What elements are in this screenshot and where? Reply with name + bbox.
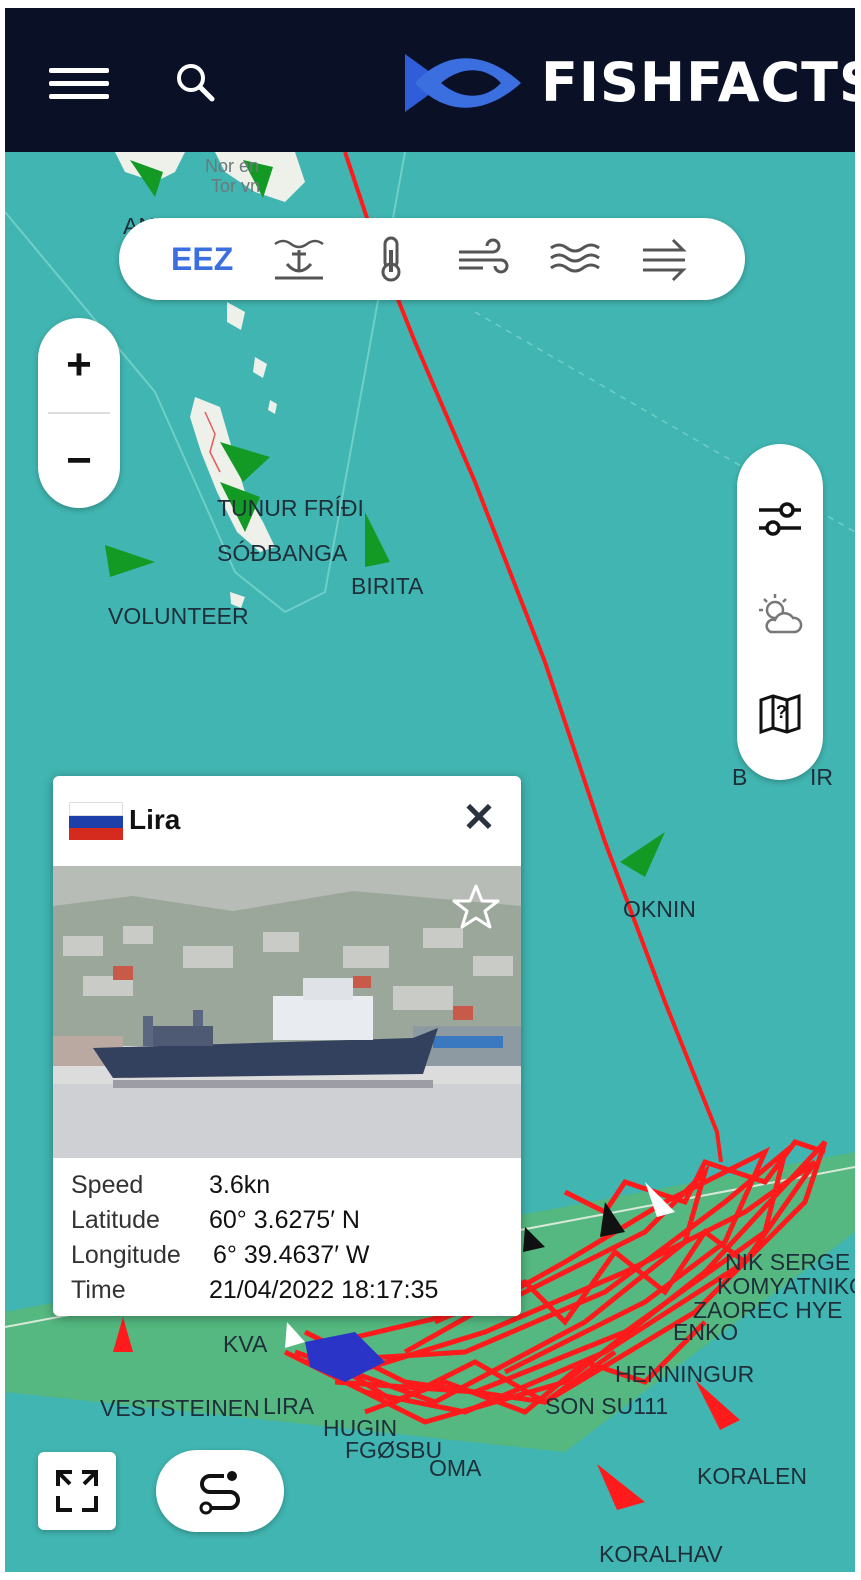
fullscreen-button[interactable] <box>38 1452 116 1530</box>
waves-icon[interactable] <box>547 236 603 282</box>
thermometer-icon[interactable] <box>363 236 419 282</box>
zoom-control: + − <box>38 318 120 508</box>
fullscreen-icon <box>56 1470 98 1512</box>
close-popup-button[interactable]: ✕ <box>457 796 501 840</box>
time-value: 21/04/2022 18:17:35 <box>209 1276 439 1304</box>
map-label: VESTSTEINEN <box>100 1395 260 1421</box>
map-help-icon[interactable]: ? <box>755 688 805 738</box>
layer-toolbar: EEZ <box>119 218 745 300</box>
map-tools-panel: ? <box>737 444 823 780</box>
map-label: LIRA <box>263 1393 315 1419</box>
map-label: KORALHAV <box>599 1541 723 1567</box>
map-label: BIRITA <box>351 573 424 599</box>
map-label: SON SU111 <box>545 1393 668 1419</box>
map-label: ENKO <box>673 1319 738 1345</box>
map-label: SÓÐBANGA <box>217 540 348 566</box>
latitude-label: Latitude <box>71 1206 160 1234</box>
wind-icon[interactable] <box>455 236 511 282</box>
app-frame: ANNA M Nor en Tor vn TUNUR FRÍÐI SÓÐBANG… <box>5 8 855 1572</box>
search-icon[interactable] <box>173 60 217 104</box>
longitude-value: 6° 39.4637′ W <box>213 1241 370 1269</box>
speed-value: 3.6kn <box>209 1171 271 1199</box>
vessel-info: Speed 3.6kn Latitude 60° 3.6275′ N Longi… <box>71 1168 438 1308</box>
longitude-label: Longitude <box>71 1241 181 1269</box>
map-label: KVA <box>223 1331 268 1357</box>
vessel-name: Lira <box>129 804 181 835</box>
map-label: VOLUNTEER <box>108 603 249 629</box>
anchor-icon[interactable] <box>271 236 327 282</box>
latitude-value: 60° 3.6275′ N <box>209 1206 360 1234</box>
vessel-popup: Lira ✕ Speed 3.6kn Latitude 60° 3.6275′ … <box>53 776 521 1316</box>
time-label: Time <box>71 1276 126 1304</box>
weather-icon[interactable] <box>755 590 805 640</box>
speed-label: Speed <box>71 1171 144 1199</box>
fishfacts-logo-icon[interactable] <box>405 48 525 118</box>
info-row-time: Time 21/04/2022 18:17:35 <box>71 1273 438 1308</box>
route-button[interactable] <box>156 1450 284 1532</box>
favorite-star-icon[interactable] <box>451 882 501 932</box>
map-label: B <box>732 764 747 790</box>
currents-icon[interactable] <box>639 236 695 282</box>
info-row-longitude: Longitude 6° 39.4637′ W <box>71 1238 369 1273</box>
map-label: Nor en <box>205 156 259 176</box>
map-label: FGØSBU <box>345 1437 442 1463</box>
zoom-in-button[interactable]: + <box>38 318 120 412</box>
map-label: KORALEN <box>697 1463 807 1489</box>
map-label: Tor vn <box>211 176 260 196</box>
map-label: HENNINGUR <box>615 1361 754 1387</box>
brand-name[interactable]: FISHFACTS <box>541 48 855 118</box>
filter-sliders-icon[interactable] <box>755 494 805 544</box>
info-row-latitude: Latitude 60° 3.6275′ N <box>71 1203 360 1238</box>
route-icon <box>199 1471 240 1515</box>
zoom-out-button[interactable]: − <box>38 414 120 508</box>
svg-text:?: ? <box>776 702 787 722</box>
eez-layer-button[interactable]: EEZ <box>171 240 233 278</box>
app-header: FISHFACTS <box>5 8 855 152</box>
russia-flag-icon <box>69 802 123 840</box>
map-label: NIK SERGE <box>725 1249 850 1275</box>
map-label: KOMYATNIKO <box>717 1273 855 1299</box>
hamburger-menu-icon[interactable] <box>49 68 109 100</box>
info-row-speed: Speed 3.6kn <box>71 1168 270 1203</box>
map-label: OMA <box>429 1455 482 1481</box>
map-label: IR <box>810 764 833 790</box>
map-label: TUNUR FRÍÐI <box>217 495 364 521</box>
map-label: OKNIN <box>623 896 696 922</box>
